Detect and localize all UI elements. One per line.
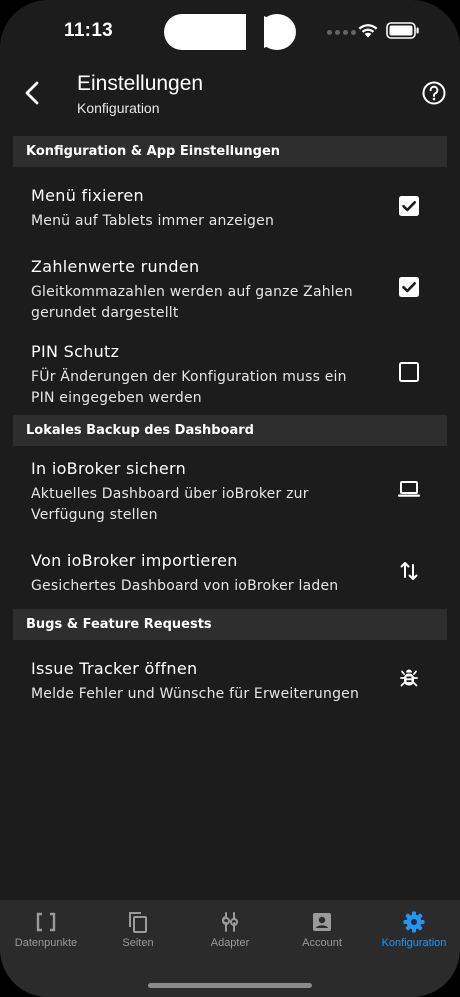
setting-row-menu-fix[interactable]: Menü fixieren Menü auf Tablets immer anz…: [0, 186, 460, 246]
page-title: Einstellungen: [77, 72, 204, 95]
page-subtitle: Konfiguration: [77, 100, 160, 116]
setting-description: FÜr Änderungen der Konfiguration muss ei…: [31, 369, 347, 406]
laptop-icon[interactable]: [396, 476, 422, 502]
help-icon[interactable]: [421, 80, 447, 106]
nav-label: Account: [302, 937, 342, 949]
nav-label: Seiten: [122, 937, 154, 949]
gear-icon: [403, 911, 425, 933]
section-header-backup: Lokales Backup des Dashboard: [13, 415, 447, 446]
setting-row-round-numbers[interactable]: Zahlenwerte runden Gleitkommazahlen werd…: [0, 257, 460, 329]
account-box-icon: [313, 913, 331, 931]
setting-description: Menü auf Tablets immer anzeigen: [31, 213, 275, 229]
setting-row-save-to-iobroker[interactable]: In ioBroker sichern Aktuelles Dashboard …: [0, 459, 460, 529]
nav-label: Datenpunkte: [14, 937, 78, 949]
checkbox-checked-icon[interactable]: [396, 274, 422, 300]
nav-tab-konfiguration[interactable]: Konfiguration: [368, 900, 460, 966]
checkbox-unchecked-icon[interactable]: [396, 359, 422, 385]
home-indicator[interactable]: [148, 983, 312, 988]
nav-label: Adapter: [210, 937, 250, 949]
setting-title: PIN Schutz: [31, 342, 120, 361]
wifi-icon: [358, 24, 378, 38]
swap-vertical-icon[interactable]: [396, 558, 422, 584]
setting-title: Von ioBroker importieren: [31, 551, 238, 570]
bug-icon[interactable]: [396, 665, 422, 691]
setting-description: Aktuelles Dashboard über ioBroker zur Ve…: [31, 486, 309, 523]
status-time: 11:13: [64, 20, 114, 41]
nav-label: Konfiguration: [381, 937, 447, 949]
brackets-icon: [36, 912, 56, 932]
dynamic-island-gap: [246, 14, 264, 50]
adapter-plug-icon: [222, 912, 238, 932]
setting-description: Melde Fehler und Wünsche für Erweiterung…: [31, 686, 360, 702]
setting-title: Issue Tracker öffnen: [31, 659, 198, 678]
copy-pages-icon: [129, 912, 147, 933]
setting-title: In ioBroker sichern: [31, 459, 187, 478]
phone-screen: 11:13 Einstellungen Konfiguration Konfig…: [0, 0, 460, 997]
app-header: Einstellungen Konfiguration: [0, 62, 460, 132]
cellular-signal-icon: [327, 30, 356, 35]
section-header-config: Konfiguration & App Einstellungen: [13, 136, 447, 167]
status-bar: 11:13: [0, 0, 460, 62]
nav-tab-datenpunkte[interactable]: Datenpunkte: [0, 900, 92, 966]
setting-title: Menü fixieren: [31, 186, 144, 205]
nav-tab-adapter[interactable]: Adapter: [184, 900, 276, 966]
nav-tab-account[interactable]: Account: [276, 900, 368, 966]
setting-title: Zahlenwerte runden: [31, 257, 200, 276]
setting-row-pin-protection[interactable]: PIN Schutz FÜr Änderungen der Konfigurat…: [0, 342, 460, 412]
setting-description: Gesichertes Dashboard von ioBroker laden: [31, 578, 339, 594]
back-arrow-icon[interactable]: [20, 78, 46, 108]
nav-tab-seiten[interactable]: Seiten: [92, 900, 184, 966]
section-header-bugs: Bugs & Feature Requests: [13, 609, 447, 640]
checkbox-checked-icon[interactable]: [396, 193, 422, 219]
setting-description: Gleitkommazahlen werden auf ganze Zahlen…: [31, 284, 353, 321]
setting-row-issue-tracker[interactable]: Issue Tracker öffnen Melde Fehler und Wü…: [0, 659, 460, 707]
battery-icon: [386, 22, 419, 39]
setting-row-import-from-iobroker[interactable]: Von ioBroker importieren Gesichertes Das…: [0, 551, 460, 599]
